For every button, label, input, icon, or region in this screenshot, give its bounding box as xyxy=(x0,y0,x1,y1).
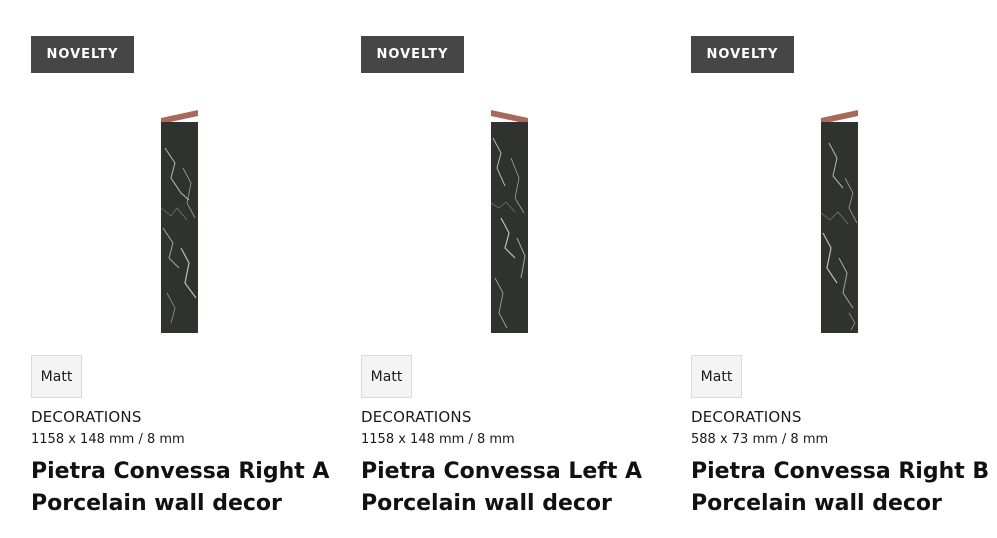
product-grid: NOVELTY Matt DECORATIONS 1158 x 148 mm /… xyxy=(0,0,997,538)
marble-strip-image xyxy=(821,110,858,333)
product-category: DECORATIONS xyxy=(31,408,142,426)
product-image[interactable] xyxy=(161,108,198,333)
product-card[interactable]: NOVELTY Matt DECORATIONS 1158 x 148 mm /… xyxy=(361,0,661,538)
novelty-badge: NOVELTY xyxy=(31,36,134,73)
product-image[interactable] xyxy=(491,108,528,333)
product-image[interactable] xyxy=(821,108,858,333)
product-title-link[interactable]: Pietra Convessa Right B Porcelain wall d… xyxy=(691,456,991,520)
finish-matt-chip[interactable]: Matt xyxy=(361,355,412,398)
finish-matt-chip[interactable]: Matt xyxy=(31,355,82,398)
marble-strip-image xyxy=(161,110,198,333)
product-card[interactable]: NOVELTY Matt DECORATIONS 1158 x 148 mm /… xyxy=(31,0,331,538)
finish-matt-chip[interactable]: Matt xyxy=(691,355,742,398)
product-dimensions: 1158 x 148 mm / 8 mm xyxy=(31,432,185,447)
product-dimensions: 1158 x 148 mm / 8 mm xyxy=(361,432,515,447)
marble-strip-image xyxy=(491,110,528,333)
product-category: DECORATIONS xyxy=(691,408,802,426)
product-category: DECORATIONS xyxy=(361,408,472,426)
product-dimensions: 588 x 73 mm / 8 mm xyxy=(691,432,829,447)
product-title-link[interactable]: Pietra Convessa Left A Porcelain wall de… xyxy=(361,456,661,520)
product-title-link[interactable]: Pietra Convessa Right A Porcelain wall d… xyxy=(31,456,331,520)
novelty-badge: NOVELTY xyxy=(691,36,794,73)
product-card[interactable]: NOVELTY Matt DECORATIONS 588 x 73 mm / 8… xyxy=(691,0,991,538)
novelty-badge: NOVELTY xyxy=(361,36,464,73)
